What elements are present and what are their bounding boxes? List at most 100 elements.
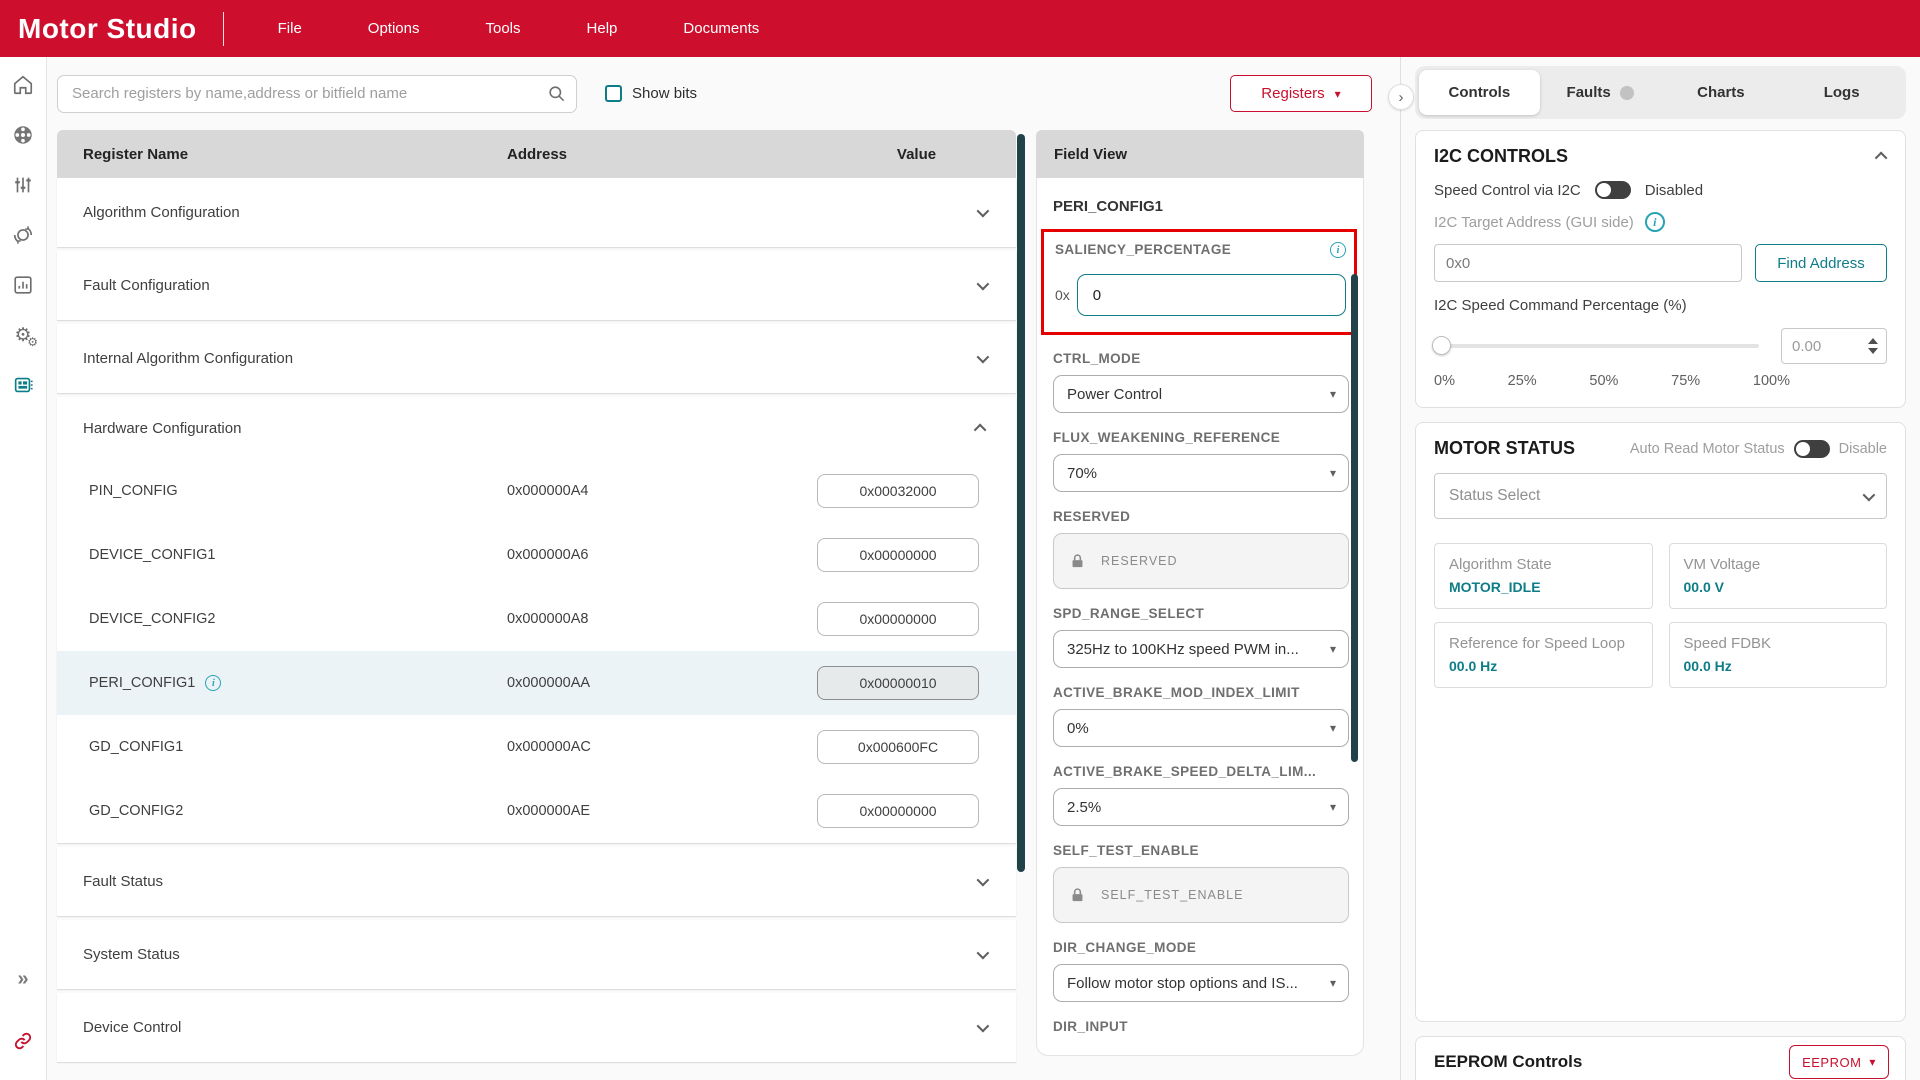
col-register-name: Register Name <box>57 146 507 163</box>
info-icon[interactable]: i <box>1645 212 1665 232</box>
group-internal-algorithm-configuration[interactable]: Internal Algorithm Configuration <box>57 324 1016 393</box>
slider-knob[interactable] <box>1432 336 1451 355</box>
caret-down-icon: ▾ <box>1330 466 1336 480</box>
spd-range-select[interactable]: 325Hz to 100KHz speed PWM in...▾ <box>1053 630 1349 668</box>
dir-change-mode-select[interactable]: Follow motor stop options and IS...▾ <box>1053 964 1349 1002</box>
chevron-down-icon <box>977 874 990 887</box>
spinner-down-icon[interactable] <box>1868 348 1878 354</box>
group-algorithm-configuration[interactable]: Algorithm Configuration <box>57 178 1016 247</box>
show-bits-checkbox[interactable] <box>605 85 622 102</box>
speed-percentage-input[interactable] <box>1782 338 1852 355</box>
status-card-vm-voltage: VM Voltage 00.0 V <box>1669 543 1888 609</box>
sidebar-expand-icon[interactable]: » <box>17 968 28 991</box>
auto-read-toggle[interactable] <box>1794 440 1830 458</box>
target-address-label: I2C Target Address (GUI side) <box>1434 214 1634 231</box>
panel-collapse-button[interactable]: › <box>1388 84 1414 110</box>
speed-percentage-slider[interactable] <box>1434 344 1759 348</box>
chevron-down-icon <box>977 1020 990 1033</box>
table-row-selected[interactable]: PERI_CONFIG1 i 0x000000AA <box>57 651 1016 715</box>
auto-read-label: Auto Read Motor Status <box>1630 441 1785 457</box>
caret-down-icon: ▾ <box>1330 800 1336 814</box>
target-address-input[interactable] <box>1434 244 1742 282</box>
speed-percentage-spinner <box>1781 328 1887 364</box>
menu-options[interactable]: Options <box>356 20 432 37</box>
table-row[interactable]: GD_CONFIG1 0x000000AC <box>57 715 1016 779</box>
search-input[interactable] <box>72 85 547 102</box>
eeprom-dropdown-button[interactable]: EEPROM ▾ <box>1789 1045 1889 1079</box>
registers-chip-icon[interactable] <box>11 373 35 397</box>
chevron-down-icon <box>977 947 990 960</box>
field-view-register-name: PERI_CONFIG1 <box>1053 198 1349 215</box>
register-value-input[interactable] <box>817 602 979 636</box>
chart-icon[interactable] <box>11 273 35 297</box>
table-row[interactable]: GD_CONFIG2 0x000000AE <box>57 779 1016 843</box>
home-icon[interactable] <box>11 73 35 97</box>
chevron-down-icon <box>1863 488 1876 501</box>
field-active-brake-speed-delta-limit: ACTIVE_BRAKE_SPEED_DELTA_LIM... 2.5%▾ <box>1053 764 1349 826</box>
search-box <box>57 75 577 113</box>
info-icon[interactable]: i <box>205 675 221 691</box>
table-row[interactable]: DEVICE_CONFIG2 0x000000A8 <box>57 587 1016 651</box>
field-self-test-enable: SELF_TEST_ENABLE SELF_TEST_ENABLE <box>1053 843 1349 923</box>
register-value-input[interactable] <box>817 474 979 508</box>
tab-faults[interactable]: Faults <box>1540 70 1661 115</box>
menu-bar: File Options Tools Help Documents <box>224 0 772 57</box>
speed-control-toggle[interactable] <box>1595 181 1631 199</box>
info-icon[interactable]: i <box>1330 242 1346 258</box>
col-address: Address <box>507 146 817 163</box>
tune-icon[interactable] <box>11 173 35 197</box>
tab-controls[interactable]: Controls <box>1419 70 1540 115</box>
speed-control-state: Disabled <box>1645 182 1703 199</box>
flux-weakening-select[interactable]: 70%▾ <box>1053 454 1349 492</box>
settings-gears-icon[interactable]: ⚙⚙ <box>11 323 35 347</box>
group-fault-configuration[interactable]: Fault Configuration <box>57 251 1016 320</box>
register-value-input[interactable] <box>817 666 979 700</box>
saliency-percentage-input[interactable] <box>1077 274 1346 316</box>
tab-charts[interactable]: Charts <box>1661 70 1782 115</box>
col-value: Value <box>817 146 1016 163</box>
register-value-input[interactable] <box>817 730 979 764</box>
group-fault-status[interactable]: Fault Status <box>57 847 1016 916</box>
ctrl-mode-select[interactable]: Power Control▾ <box>1053 375 1349 413</box>
chevron-up-icon[interactable] <box>1875 152 1888 165</box>
active-brake-mod-index-select[interactable]: 0%▾ <box>1053 709 1349 747</box>
app-logo: Motor Studio <box>0 13 223 45</box>
menu-documents[interactable]: Documents <box>671 20 771 37</box>
field-ctrl-mode: CTRL_MODE Power Control▾ <box>1053 351 1349 413</box>
menu-file[interactable]: File <box>266 20 314 37</box>
registers-dropdown-button[interactable]: Registers ▾ <box>1230 75 1372 112</box>
status-select-dropdown[interactable]: Status Select <box>1434 473 1887 519</box>
motor-status-title: MOTOR STATUS <box>1434 438 1575 459</box>
eeprom-controls-card: EEPROM Controls EEPROM ▾ <box>1415 1036 1906 1080</box>
status-card-speed-fdbk: Speed FDBK 00.0 Hz <box>1669 622 1888 688</box>
field-view-scrollbar-thumb[interactable] <box>1351 274 1358 762</box>
link-icon[interactable] <box>13 1031 33 1056</box>
active-brake-speed-delta-select[interactable]: 2.5%▾ <box>1053 788 1349 826</box>
search-icon[interactable] <box>547 84 566 103</box>
hex-prefix: 0x <box>1055 287 1070 303</box>
group-hardware-configuration[interactable]: Hardware Configuration <box>57 397 1016 459</box>
spinner-up-icon[interactable] <box>1868 338 1878 344</box>
menu-tools[interactable]: Tools <box>474 20 533 37</box>
register-value-input[interactable] <box>817 538 979 572</box>
i2c-controls-title: I2C CONTROLS <box>1434 146 1568 167</box>
register-value-input[interactable] <box>817 794 979 828</box>
table-row[interactable]: PIN_CONFIG 0x000000A4 <box>57 459 1016 523</box>
field-label: SALIENCY_PERCENTAGE <box>1055 242 1231 257</box>
caret-down-icon: ▾ <box>1330 387 1336 401</box>
menu-help[interactable]: Help <box>575 20 630 37</box>
tab-bar: Controls Faults Charts Logs <box>1415 66 1906 119</box>
field-active-brake-mod-index-limit: ACTIVE_BRAKE_MOD_INDEX_LIMIT 0%▾ <box>1053 685 1349 747</box>
lock-icon <box>1069 553 1086 570</box>
caret-down-icon: ▾ <box>1869 1055 1876 1069</box>
find-address-button[interactable]: Find Address <box>1755 244 1887 282</box>
field-dir-change-mode: DIR_CHANGE_MODE Follow motor stop option… <box>1053 940 1349 1002</box>
table-row[interactable]: DEVICE_CONFIG1 0x000000A6 <box>57 523 1016 587</box>
motor-icon[interactable] <box>11 123 35 147</box>
group-device-control[interactable]: Device Control <box>57 993 1016 1062</box>
table-scrollbar-thumb[interactable] <box>1017 134 1025 872</box>
tab-logs[interactable]: Logs <box>1781 70 1902 115</box>
group-system-status[interactable]: System Status <box>57 920 1016 989</box>
show-bits-control: Show bits <box>605 85 697 102</box>
rotate-sync-icon[interactable] <box>11 223 35 247</box>
